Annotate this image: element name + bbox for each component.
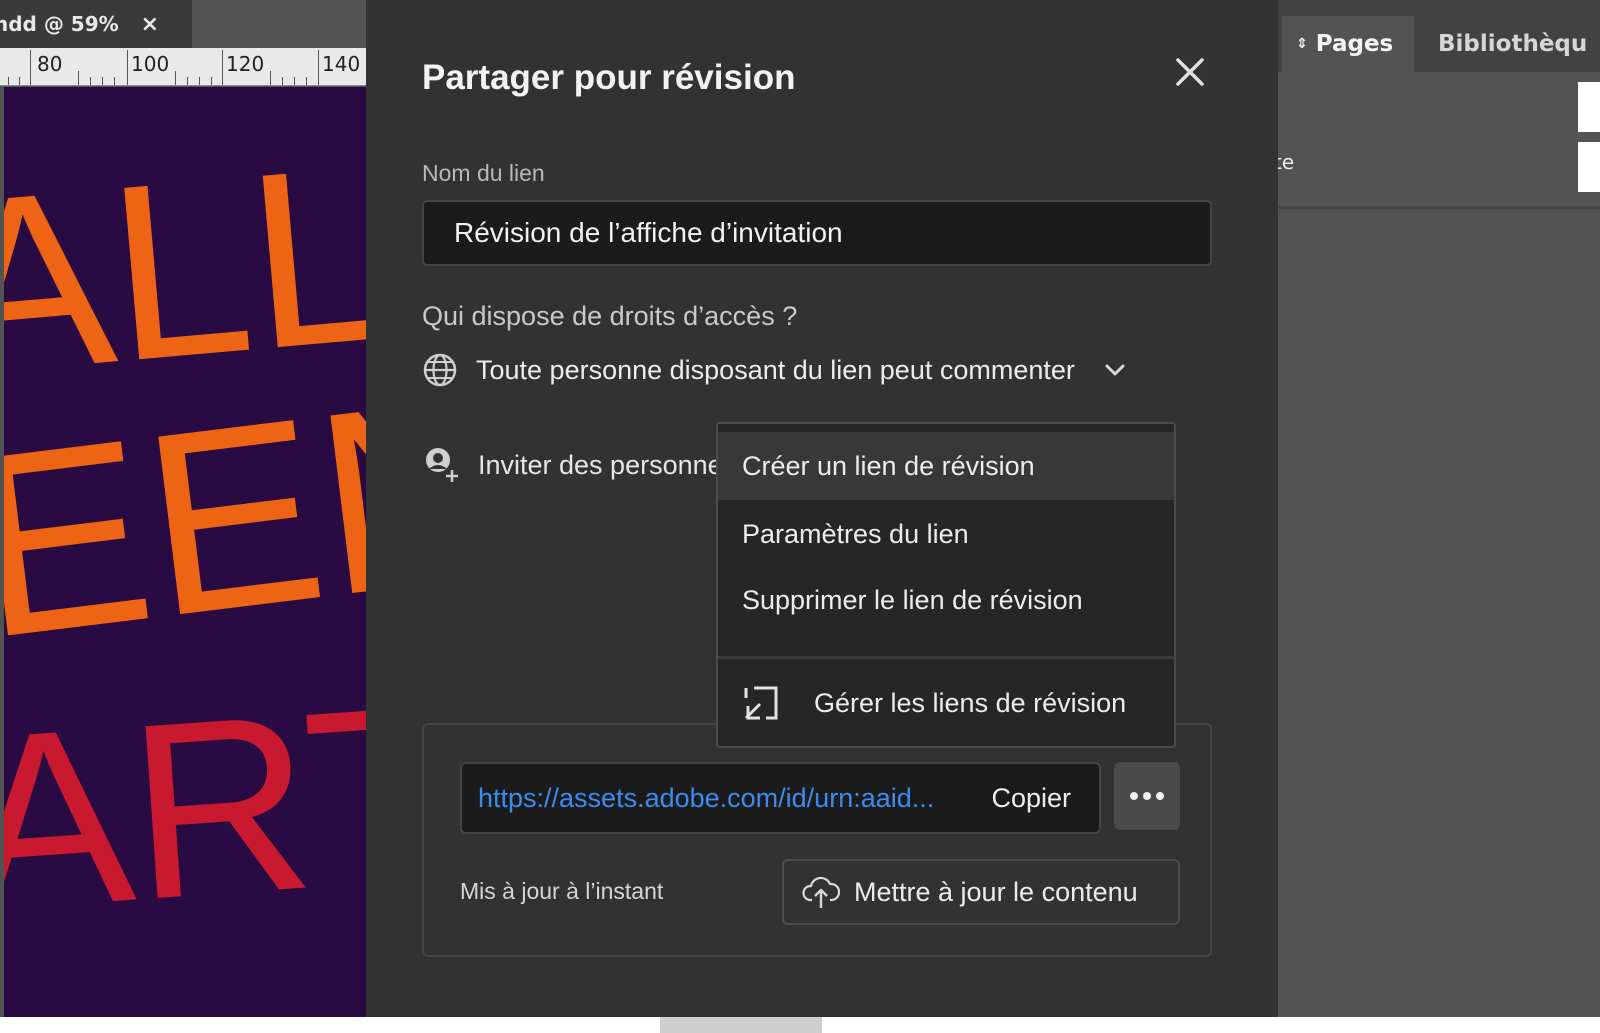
menu-item-delete-link[interactable]: Supprimer le lien de révision [718,566,1174,634]
dialog-title: Partager pour révision [422,58,796,97]
more-options-button[interactable] [1114,762,1180,830]
tab-pages[interactable]: ⇕ Pages [1282,16,1414,72]
document-tab[interactable]: ndd @ 59% × [0,0,192,48]
document-tab-label: ndd @ 59% [0,12,119,36]
right-panel: ⇕ Pages Bibliothèqu te [1278,0,1600,1033]
menu-divider [718,656,1174,659]
menu-item-label: Créer un lien de révision [742,450,1035,481]
menu-item-label: Paramètres du lien [742,518,969,549]
ruler-label: 80 [37,52,63,76]
access-label: Qui dispose de droits d’accès ? [422,301,798,331]
update-content-label: Mettre à jour le contenu [854,876,1138,907]
ruler-label: 120 [226,52,265,76]
close-tab-icon[interactable]: × [141,12,159,37]
tab-pages-label: Pages [1315,31,1394,57]
access-dropdown[interactable]: Toute personne disposant du lien peut co… [422,348,1127,392]
copy-button[interactable]: Copier [991,783,1071,814]
update-status: Mis à jour à l’instant [460,878,664,904]
tab-libraries-label: Bibliothèqu [1438,31,1588,57]
add-person-icon [426,448,458,482]
horizontal-ruler: 80 100 120 140 [0,48,366,86]
ruler-label: 100 [131,52,170,76]
review-link-card: https://assets.adobe.com/id/urn:aaid... … [422,723,1212,957]
link-name-input[interactable] [422,200,1212,266]
link-options-menu: Créer un lien de révision Paramètres du … [716,422,1176,748]
review-link-url[interactable]: https://assets.adobe.com/id/urn:aaid... [478,783,934,814]
tab-sort-icon: ⇕ [1296,36,1308,52]
menu-item-manage-links[interactable]: Gérer les liens de révision [718,669,1174,737]
panel-swatch[interactable] [1578,142,1600,192]
document-area: ndd @ 59% × 80 100 120 140 ALLO EEN ARTY [0,0,366,1017]
update-content-button[interactable]: Mettre à jour le contenu [782,859,1180,925]
tab-libraries[interactable]: Bibliothèqu [1424,16,1587,72]
menu-item-label: Supprimer le lien de révision [742,584,1083,615]
scrollbar-thumb[interactable] [660,1017,822,1033]
panel-tab-bar: ⇕ Pages Bibliothèqu [1278,0,1600,72]
external-link-icon [744,686,778,720]
close-icon [1176,58,1204,86]
link-name-label: Nom du lien [422,160,545,186]
manage-links-label: Gérer les liens de révision [814,687,1127,718]
panel-swatch[interactable] [1578,82,1600,132]
panel-divider [1278,206,1600,209]
invite-people-label: Inviter des personne [478,449,723,480]
access-value: Toute personne disposant du lien peut co… [476,354,1075,385]
more-icon [1130,792,1164,800]
menu-item-create-link[interactable]: Créer un lien de révision [718,432,1174,500]
invite-people-row[interactable]: Inviter des personne [422,443,723,487]
menu-item-link-settings[interactable]: Paramètres du lien [718,500,1174,568]
globe-icon [423,353,457,387]
poster-canvas[interactable]: ALLO EEN ARTY [4,87,366,1017]
chevron-down-icon [1105,364,1125,376]
panel-partial-text: te [1278,150,1295,174]
ruler-label: 140 [322,52,361,76]
poster-text-line: EEN [4,340,366,694]
close-button[interactable] [1170,52,1210,92]
review-link-field[interactable]: https://assets.adobe.com/id/urn:aaid... … [460,762,1101,834]
share-for-review-dialog: Partager pour révision Nom du lien Qui d… [366,0,1278,1017]
poster-text-line: ARTY [4,639,366,964]
cloud-upload-icon [802,876,840,908]
